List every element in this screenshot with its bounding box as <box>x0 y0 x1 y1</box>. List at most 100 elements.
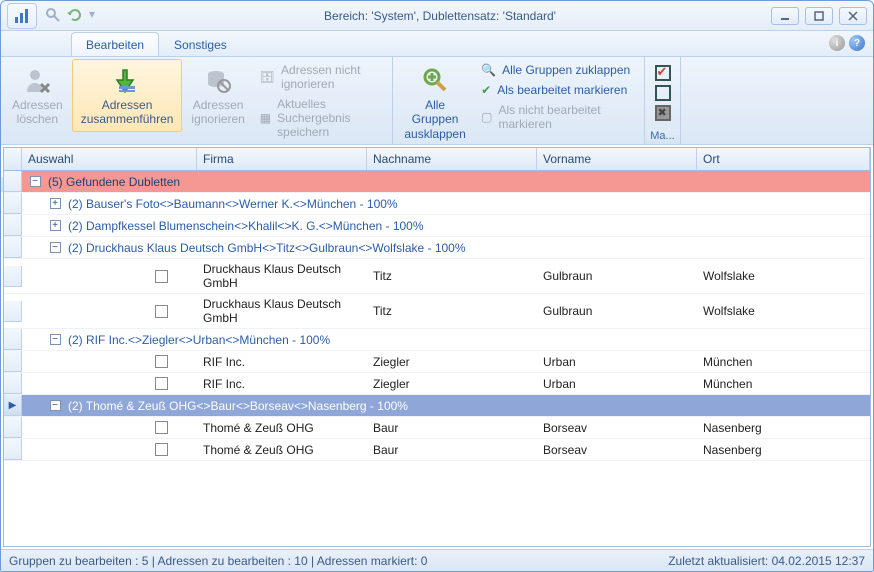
label: Adressen zusammenführen <box>81 98 174 127</box>
ribbon-tabs: Bearbeiten Sonstiges i ? <box>1 31 873 57</box>
help-icon[interactable]: ? <box>849 35 865 51</box>
group-row[interactable]: −(2) RIF Inc.<>Ziegler<>Urban<>München -… <box>4 329 870 351</box>
cell-vorname: Borseav <box>537 418 697 438</box>
tab-bearbeiten[interactable]: Bearbeiten <box>71 32 159 56</box>
collapse-toggle[interactable]: − <box>30 176 41 187</box>
cell-firma: RIF Inc. <box>197 374 367 394</box>
row-checkbox[interactable] <box>155 305 168 318</box>
table-row[interactable]: RIF Inc.ZieglerUrbanMünchen <box>4 351 870 373</box>
grid-rows: −(5) Gefundene Dubletten +(2) Bauser's F… <box>4 171 870 546</box>
merge-addresses-button[interactable]: Adressen zusammenführen <box>72 59 183 132</box>
column-headers: Auswahl Firma Nachname Vorname Ort <box>4 148 870 171</box>
col-vorname[interactable]: Vorname <box>537 148 697 170</box>
label: Alle Gruppen ausklappen <box>404 98 466 141</box>
col-auswahl[interactable]: Auswahl <box>22 148 197 170</box>
group-title: (2) Bauser's Foto<>Baumann<>Werner K.<>M… <box>68 194 398 214</box>
cell-firma: RIF Inc. <box>197 352 367 372</box>
app-icon[interactable] <box>7 3 37 29</box>
search-icon[interactable] <box>45 7 63 25</box>
collapse-icon: 🔍 <box>481 63 496 77</box>
results-grid: Auswahl Firma Nachname Vorname Ort −(5) … <box>3 147 871 547</box>
table-row[interactable]: RIF Inc.ZieglerUrbanMünchen <box>4 373 870 395</box>
cell-ort: Nasenberg <box>697 418 870 438</box>
delete-addresses-button[interactable]: Adressen löschen <box>3 59 72 132</box>
collapse-all-button[interactable]: 🔍Alle Gruppen zuklappen <box>475 61 642 79</box>
select-checkbox-cell <box>22 267 197 286</box>
cell-vorname: Gulbraun <box>537 301 697 321</box>
row-checkbox[interactable] <box>155 270 168 283</box>
save-search-button[interactable]: ▦Aktuelles Suchergebnis speichern <box>254 95 390 141</box>
tab-sonstiges[interactable]: Sonstiges <box>159 32 242 56</box>
cell-nachname: Baur <box>367 440 537 460</box>
unignore-addresses-button[interactable]: 🗄Adressen nicht ignorieren <box>254 61 390 93</box>
cell-vorname: Urban <box>537 352 697 372</box>
cell-firma: Thomé & Zeuß OHG <box>197 418 367 438</box>
row-checkbox[interactable] <box>155 421 168 434</box>
row-checkbox[interactable] <box>155 443 168 456</box>
mark-all-button[interactable] <box>655 65 671 81</box>
mark-invert-button[interactable] <box>655 105 671 121</box>
group-row[interactable]: + (2) Bauser's Foto<>Baumann<>Werner K.<>… <box>4 193 870 215</box>
cell-ort: Wolfslake <box>697 301 870 321</box>
select-checkbox-cell <box>22 374 197 393</box>
collapse-toggle[interactable]: − <box>50 242 61 253</box>
status-left: Gruppen zu bearbeiten : 5 | Adressen zu … <box>9 554 427 568</box>
group-title: (2) Druckhaus Klaus Deutsch GmbH<>Titz<>… <box>68 238 466 258</box>
group-title: (2) Dampfkessel Blumenschein<>Khalil<>K.… <box>68 216 424 236</box>
expand-toggle[interactable]: + <box>50 220 61 231</box>
table-row[interactable]: Thomé & Zeuß OHGBaurBorseavNasenberg <box>4 417 870 439</box>
mark-processed-button[interactable]: ✔Als bearbeitet markieren <box>475 81 642 99</box>
mark-none-button[interactable] <box>655 85 671 101</box>
col-ort[interactable]: Ort <box>697 148 870 170</box>
cell-ort: Wolfslake <box>697 266 870 286</box>
cell-nachname: Ziegler <box>367 352 537 372</box>
info-icon[interactable]: i <box>829 35 845 51</box>
select-checkbox-cell <box>22 418 197 437</box>
collapse-toggle[interactable]: − <box>50 334 61 345</box>
row-checkbox[interactable] <box>155 377 168 390</box>
select-checkbox-cell <box>22 440 197 459</box>
group-row[interactable]: ▶ −(2) Thomé & Zeuß OHG<>Baur<>Borseav<>… <box>4 395 870 417</box>
cell-nachname: Titz <box>367 301 537 321</box>
group-row[interactable]: −(2) Druckhaus Klaus Deutsch GmbH<>Titz<… <box>4 237 870 259</box>
col-firma[interactable]: Firma <box>197 148 367 170</box>
cell-ort: München <box>697 374 870 394</box>
mark-unprocessed-button[interactable]: ▢Als nicht bearbeitet markieren <box>475 101 642 133</box>
db-icon: 🗄 <box>260 70 275 84</box>
chevron-down-icon[interactable]: ▾ <box>89 7 107 25</box>
table-row[interactable]: Thomé & Zeuß OHGBaurBorseavNasenberg <box>4 439 870 461</box>
status-right: Zuletzt aktualisiert: 04.02.2015 12:37 <box>668 554 865 568</box>
maximize-button[interactable] <box>805 7 833 25</box>
row-checkbox[interactable] <box>155 355 168 368</box>
minimize-button[interactable] <box>771 7 799 25</box>
window-title: Bereich: 'System', Dublettensatz: 'Stand… <box>109 9 771 23</box>
col-nachname[interactable]: Nachname <box>367 148 537 170</box>
statusbar: Gruppen zu bearbeiten : 5 | Adressen zu … <box>1 549 873 571</box>
label: Adressen löschen <box>12 98 63 127</box>
cell-firma: Druckhaus Klaus Deutsch GmbH <box>197 294 367 328</box>
cell-firma: Thomé & Zeuß OHG <box>197 440 367 460</box>
expand-all-button[interactable]: Alle Gruppen ausklappen <box>395 59 475 146</box>
ignore-addresses-button[interactable]: Adressen ignorieren <box>182 59 253 132</box>
merge-icon <box>111 64 143 96</box>
collapse-toggle[interactable]: − <box>50 400 61 411</box>
summary-row[interactable]: −(5) Gefundene Dubletten <box>4 171 870 193</box>
titlebar: ▾ Bereich: 'System', Dublettensatz: 'Sta… <box>1 1 873 31</box>
app-window: ▾ Bereich: 'System', Dublettensatz: 'Sta… <box>0 0 874 572</box>
expand-toggle[interactable]: + <box>50 198 61 209</box>
summary-text: (5) Gefundene Dubletten <box>48 175 180 189</box>
cell-nachname: Titz <box>367 266 537 286</box>
table-row[interactable]: Druckhaus Klaus Deutsch GmbHTitzGulbraun… <box>4 259 870 294</box>
table-row[interactable]: Druckhaus Klaus Deutsch GmbHTitzGulbraun… <box>4 294 870 329</box>
grid-save-icon: ▦ <box>260 111 271 125</box>
select-checkbox-cell <box>22 302 197 321</box>
group-title: (2) RIF Inc.<>Ziegler<>Urban<>München - … <box>68 330 330 350</box>
close-button[interactable] <box>839 7 867 25</box>
cell-vorname: Borseav <box>537 440 697 460</box>
select-checkbox-cell <box>22 352 197 371</box>
group-row[interactable]: + (2) Dampfkessel Blumenschein<>Khalil<>K… <box>4 215 870 237</box>
refresh-icon[interactable] <box>67 7 85 25</box>
cell-vorname: Urban <box>537 374 697 394</box>
group-title: (2) Thomé & Zeuß OHG<>Baur<>Borseav<>Nas… <box>68 396 408 416</box>
check-icon: ✔ <box>481 83 491 97</box>
